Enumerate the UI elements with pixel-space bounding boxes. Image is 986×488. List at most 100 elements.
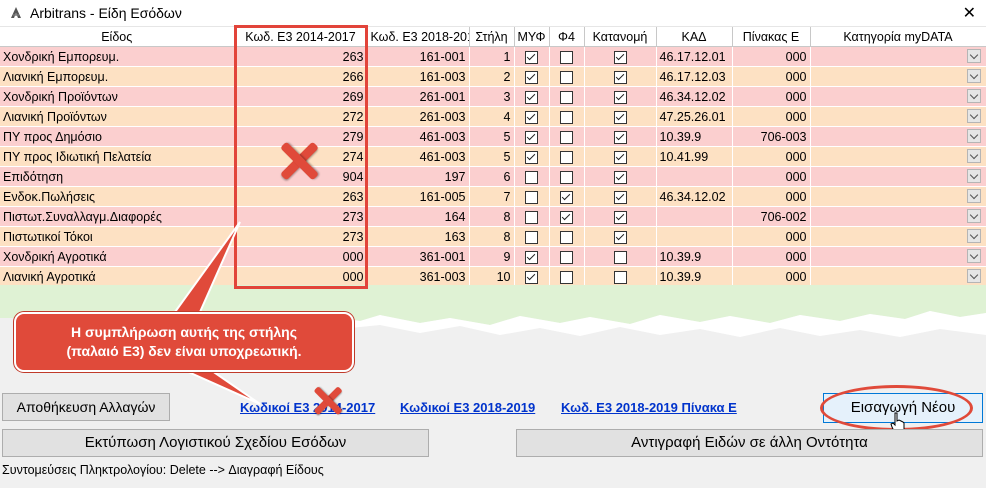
cell-column[interactable]: 5 (469, 126, 515, 147)
f4-checkbox[interactable] (549, 226, 585, 247)
chevron-down-icon[interactable] (966, 169, 981, 183)
cell-name[interactable]: Ενδοκ.Πωλήσεις (0, 186, 235, 207)
myf-checkbox[interactable] (514, 226, 550, 247)
save-changes-button[interactable]: Αποθήκευση Αλλαγών (2, 393, 170, 421)
cell-name[interactable]: Πιστωτικοί Τόκοι (0, 226, 235, 247)
cell-pinakas-e[interactable]: 000 (732, 246, 811, 267)
mydata-category-dropdown[interactable] (814, 147, 983, 166)
checkbox-box[interactable] (525, 270, 538, 284)
cell-kad[interactable]: 46.34.12.02 (656, 186, 733, 207)
f4-checkbox[interactable] (549, 126, 585, 147)
chevron-down-icon[interactable] (966, 189, 981, 203)
cell-kad[interactable] (656, 226, 733, 247)
cell-pinakas-e[interactable]: 000 (732, 46, 811, 67)
cell-pinakas-e[interactable]: 000 (732, 186, 811, 207)
table-row[interactable]: Χονδρική Αγροτικά 000 361-001 9 10.39.9 000 (0, 246, 986, 267)
checkbox-box[interactable] (560, 190, 573, 204)
cell-mydata-category[interactable] (810, 186, 986, 207)
cell-pinakas-e[interactable]: 000 (732, 266, 811, 287)
mydata-category-dropdown[interactable] (814, 247, 983, 266)
cell-name[interactable]: ΠΥ προς Δημόσιο (0, 126, 235, 147)
cell-column[interactable]: 7 (469, 186, 515, 207)
myf-checkbox[interactable] (514, 266, 550, 287)
checkbox-box[interactable] (613, 110, 627, 124)
checkbox-box[interactable] (613, 270, 627, 284)
katanomi-checkbox[interactable] (584, 186, 657, 207)
checkbox-box[interactable] (560, 90, 573, 104)
cell-pinakas-e[interactable]: 000 (732, 86, 811, 107)
chevron-down-icon[interactable] (966, 89, 981, 103)
myf-checkbox[interactable] (514, 246, 550, 267)
chevron-down-icon[interactable] (966, 229, 981, 243)
link-e3-2014-2017[interactable]: Κωδικοί Ε3 2014-2017 (240, 400, 375, 415)
katanomi-checkbox[interactable] (584, 206, 657, 227)
cell-kad[interactable]: 10.39.9 (656, 266, 733, 287)
table-row[interactable]: Επιδότηση 904 197 6 000 (0, 166, 986, 187)
checkbox-box[interactable] (613, 70, 627, 84)
table-row[interactable]: Ενδοκ.Πωλήσεις 263 161-005 7 46.34.12.02 000 (0, 186, 986, 207)
katanomi-checkbox[interactable] (584, 66, 657, 87)
cell-e3-2018[interactable]: 361-001 (367, 246, 470, 267)
chevron-down-icon[interactable] (966, 209, 981, 223)
cell-name[interactable]: Επιδότηση (0, 166, 235, 187)
checkbox-box[interactable] (525, 130, 538, 144)
cell-kad[interactable] (656, 166, 733, 187)
checkbox-box[interactable] (525, 170, 538, 184)
cell-e3-2018[interactable]: 197 (367, 166, 470, 187)
cell-column[interactable]: 6 (469, 166, 515, 187)
cell-e3-2018[interactable]: 361-003 (367, 266, 470, 287)
chevron-down-icon[interactable] (966, 109, 981, 123)
mydata-category-dropdown[interactable] (814, 267, 983, 286)
checkbox-box[interactable] (560, 270, 573, 284)
checkbox-box[interactable] (525, 50, 538, 64)
chevron-down-icon[interactable] (966, 69, 981, 83)
mydata-category-dropdown[interactable] (814, 87, 983, 106)
cell-name[interactable]: Λιανική Εμπορευμ. (0, 66, 235, 87)
cell-e3-2018[interactable]: 161-001 (367, 46, 470, 67)
cell-name[interactable]: Λιανική Προϊόντων (0, 106, 235, 127)
cell-mydata-category[interactable] (810, 86, 986, 107)
checkbox-box[interactable] (560, 50, 573, 64)
checkbox-box[interactable] (560, 250, 573, 264)
chevron-down-icon[interactable] (966, 129, 981, 143)
cell-kad[interactable]: 10.39.9 (656, 246, 733, 267)
katanomi-checkbox[interactable] (584, 46, 657, 67)
cell-e3-2018[interactable]: 461-003 (367, 146, 470, 167)
table-row[interactable]: Λιανική Προϊόντων 272 261-003 4 47.25.26.01 0… (0, 106, 986, 127)
header-f4[interactable]: Φ4 (549, 27, 585, 47)
chevron-down-icon[interactable] (966, 149, 981, 163)
checkbox-box[interactable] (525, 70, 538, 84)
cell-kad[interactable]: 47.25.26.01 (656, 106, 733, 127)
cell-mydata-category[interactable] (810, 246, 986, 267)
cell-column[interactable]: 2 (469, 66, 515, 87)
cell-pinakas-e[interactable]: 000 (732, 166, 811, 187)
close-icon[interactable]: ✕ (963, 3, 976, 23)
cell-e3-2018[interactable]: 161-003 (367, 66, 470, 87)
header-myf[interactable]: ΜΥΦ (514, 27, 550, 47)
checkbox-box[interactable] (560, 70, 573, 84)
cell-column[interactable]: 3 (469, 86, 515, 107)
cell-pinakas-e[interactable]: 706-003 (732, 126, 811, 147)
myf-checkbox[interactable] (514, 66, 550, 87)
katanomi-checkbox[interactable] (584, 126, 657, 147)
link-e3-2018-2019[interactable]: Κωδικοί Ε3 2018-2019 (400, 400, 535, 415)
checkbox-box[interactable] (525, 210, 538, 224)
checkbox-box[interactable] (560, 230, 573, 244)
cell-pinakas-e[interactable]: 706-002 (732, 206, 811, 227)
katanomi-checkbox[interactable] (584, 86, 657, 107)
mydata-category-dropdown[interactable] (814, 227, 983, 246)
mydata-category-dropdown[interactable] (814, 127, 983, 146)
f4-checkbox[interactable] (549, 46, 585, 67)
link-e3-2018-2019-table-e[interactable]: Κωδ. Ε3 2018-2019 Πίνακα Ε (561, 400, 737, 415)
checkbox-box[interactable] (613, 50, 627, 64)
table-row[interactable]: Λιανική Εμπορευμ. 266 161-003 2 46.17.12.03 0… (0, 66, 986, 87)
checkbox-box[interactable] (525, 150, 538, 164)
print-accounting-plan-button[interactable]: Εκτύπωση Λογιστικού Σχεδίου Εσόδων (2, 429, 429, 457)
checkbox-box[interactable] (613, 250, 627, 264)
cell-e3-2018[interactable]: 461-003 (367, 126, 470, 147)
cell-e3-2018[interactable]: 164 (367, 206, 470, 227)
table-row[interactable]: Χονδρική Εμπορευμ. 263 161-001 1 46.17.12.01… (0, 46, 986, 67)
cell-column[interactable]: 9 (469, 246, 515, 267)
myf-checkbox[interactable] (514, 206, 550, 227)
chevron-down-icon[interactable] (966, 269, 981, 283)
